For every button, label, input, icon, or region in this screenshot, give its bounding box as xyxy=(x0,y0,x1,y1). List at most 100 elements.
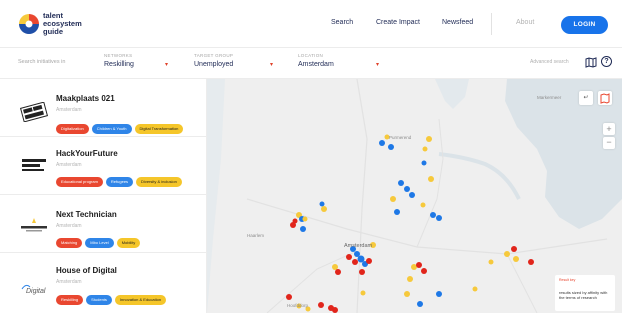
initiative-marker-blue[interactable] xyxy=(388,144,394,150)
zoom-out-button[interactable]: − xyxy=(603,137,615,149)
initiative-marker-red[interactable] xyxy=(346,254,352,260)
networks-select[interactable]: NETWORKS Reskilling xyxy=(104,53,174,75)
initiative-marker-red[interactable] xyxy=(366,258,372,264)
initiative-marker-blue[interactable] xyxy=(379,140,385,146)
hackyourfuture-logo-icon xyxy=(22,159,46,171)
zoom-in-button[interactable]: + xyxy=(603,123,615,135)
map-view-icon[interactable] xyxy=(585,56,597,68)
initiative-marker-blue[interactable] xyxy=(417,301,423,307)
target-group-chevron-down-icon[interactable]: ▾ xyxy=(270,61,273,68)
brand-name[interactable]: talent ecosystem guide xyxy=(43,12,82,36)
initiative-marker-yellow[interactable] xyxy=(472,286,478,292)
initiative-card[interactable]: HackYourFuture Amsterdam Educational pro… xyxy=(0,137,206,195)
advanced-search-link[interactable]: Advanced search xyxy=(530,59,569,65)
initiative-city: Amsterdam xyxy=(56,107,82,113)
initiative-marker-blue[interactable] xyxy=(421,160,427,166)
initiative-name[interactable]: Maakplaats 021 xyxy=(56,94,115,103)
initiative-name[interactable]: House of Digital xyxy=(56,266,117,275)
nav-newsfeed-link[interactable]: Newsfeed xyxy=(442,19,473,26)
initiative-marker-blue[interactable] xyxy=(436,291,442,297)
location-chevron-down-icon[interactable]: ▾ xyxy=(376,61,379,68)
initiative-marker-yellow[interactable] xyxy=(504,251,510,257)
initiative-marker-blue[interactable] xyxy=(430,212,436,218)
initiative-card[interactable]: Digital House of Digital Amsterdam Reski… xyxy=(0,253,206,313)
location-label: LOCATION xyxy=(298,53,324,58)
initiative-marker-red[interactable] xyxy=(286,294,292,300)
initiative-card[interactable]: Maakplaats 021 Amsterdam Digitalization … xyxy=(0,79,206,137)
initiative-name[interactable]: HackYourFuture xyxy=(56,149,118,158)
location-select[interactable]: LOCATION Amsterdam xyxy=(298,53,383,75)
nav-search-link[interactable]: Search xyxy=(331,19,353,26)
map-road xyxy=(266,250,358,313)
initiative-marker-red[interactable] xyxy=(292,218,298,224)
tag[interactable]: Students xyxy=(86,295,112,305)
map-label-amsterdam: Amsterdam xyxy=(344,243,373,249)
tag[interactable]: Refugees xyxy=(105,177,134,187)
map-mode-icon xyxy=(600,93,610,104)
tag[interactable]: Diversity & inclusion xyxy=(136,177,182,187)
help-icon[interactable]: ? xyxy=(601,56,612,67)
initiative-marker-blue[interactable] xyxy=(398,180,404,186)
initiative-marker-red[interactable] xyxy=(335,269,341,275)
tag[interactable]: Matching xyxy=(56,238,83,248)
nav-about-link[interactable]: About xyxy=(516,19,534,26)
initiative-name[interactable]: Next Technician xyxy=(56,210,117,219)
map-label-haarlem: Haarlem xyxy=(247,233,265,238)
north-water xyxy=(435,79,469,109)
initiative-card[interactable]: Next Technician Amsterdam Matching Mbo L… xyxy=(0,195,206,253)
initiative-marker-blue[interactable] xyxy=(436,215,442,221)
networks-chevron-down-icon[interactable]: ▾ xyxy=(165,61,168,68)
initiative-marker-blue[interactable] xyxy=(300,226,306,232)
initiative-marker-red[interactable] xyxy=(416,262,422,268)
initiative-marker-blue[interactable] xyxy=(319,201,325,207)
search-initiatives-input[interactable] xyxy=(18,59,98,65)
initiative-marker-red[interactable] xyxy=(511,246,517,252)
target-group-select[interactable]: TARGET GROUP Unemployed xyxy=(194,53,279,75)
initiative-marker-yellow[interactable] xyxy=(360,290,366,296)
map-mode-button[interactable] xyxy=(598,91,612,105)
tag[interactable]: Educational program xyxy=(56,177,103,187)
tag[interactable]: Mobility xyxy=(116,238,141,248)
talent-ecosystem-logo-icon[interactable] xyxy=(16,11,42,37)
initiative-marker-yellow[interactable] xyxy=(302,216,308,222)
initiative-marker-red[interactable] xyxy=(421,268,427,274)
map-label-purmerend: Purmerend xyxy=(389,135,412,140)
initiatives-map[interactable]: Markermeer Purmerend Haarlem Amsterdam H… xyxy=(207,79,622,313)
tag[interactable]: Children & Youth xyxy=(91,124,132,134)
initiative-marker-yellow[interactable] xyxy=(332,264,338,270)
initiatives-list: Maakplaats 021 Amsterdam Digitalization … xyxy=(0,79,207,313)
initiative-marker-red[interactable] xyxy=(332,307,338,313)
filter-bar: NETWORKS Reskilling ▾ TARGET GROUP Unemp… xyxy=(0,48,622,79)
initiative-marker-blue[interactable] xyxy=(409,192,415,198)
login-button[interactable]: LOGIN xyxy=(561,16,608,34)
brand-line-3: guide xyxy=(43,27,63,36)
nav-create-impact-link[interactable]: Create Impact xyxy=(376,19,420,26)
tag[interactable]: Innovation & Education xyxy=(114,295,167,305)
tag[interactable]: Reskilling xyxy=(56,295,84,305)
map-markers xyxy=(286,134,534,313)
initiative-marker-red[interactable] xyxy=(318,302,324,308)
tag[interactable]: Digitalization xyxy=(56,124,89,134)
initiative-marker-yellow[interactable] xyxy=(428,176,434,182)
house-of-digital-logo-icon: Digital xyxy=(21,284,46,295)
initiative-marker-blue[interactable] xyxy=(404,186,410,192)
initiative-marker-yellow[interactable] xyxy=(407,276,413,282)
initiative-marker-red[interactable] xyxy=(528,259,534,265)
nav-divider xyxy=(491,13,492,35)
tag[interactable]: Mbo Level xyxy=(85,238,114,248)
initiative-marker-yellow[interactable] xyxy=(426,136,432,142)
initiative-marker-red[interactable] xyxy=(359,269,365,275)
initiative-marker-red[interactable] xyxy=(352,259,358,265)
tag[interactable]: Digital Transformation xyxy=(134,124,184,134)
legend-title: Result key xyxy=(559,278,576,282)
initiative-marker-yellow[interactable] xyxy=(390,196,396,202)
house-of-digital-logo-text: Digital xyxy=(26,288,46,295)
initiative-marker-blue[interactable] xyxy=(394,209,400,215)
initiative-marker-yellow[interactable] xyxy=(420,202,426,208)
initiative-marker-yellow[interactable] xyxy=(404,291,410,297)
initiative-marker-yellow[interactable] xyxy=(513,256,519,262)
initiative-marker-yellow[interactable] xyxy=(488,259,494,265)
initiative-marker-yellow[interactable] xyxy=(321,206,327,212)
map-layers-button[interactable]: ↵ xyxy=(579,91,593,105)
initiative-marker-yellow[interactable] xyxy=(422,146,428,152)
